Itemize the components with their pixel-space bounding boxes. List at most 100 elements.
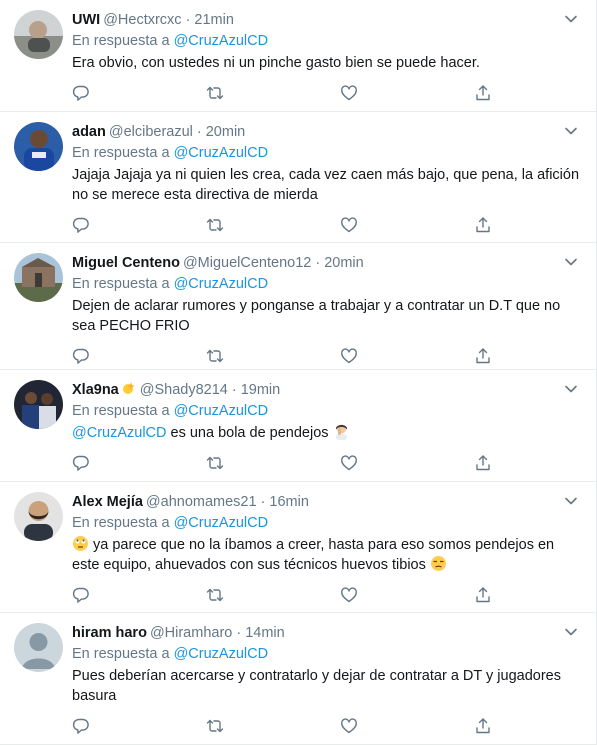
- like-icon[interactable]: [340, 717, 358, 735]
- display-name[interactable]: adan: [72, 124, 106, 140]
- tweet-text: ya parece que no la íbamos a creer, hast…: [72, 535, 581, 575]
- caret-down-icon[interactable]: [564, 625, 578, 639]
- display-name[interactable]: Xla9na: [72, 382, 119, 398]
- tweet-actions: [72, 585, 492, 615]
- separator-dot: ·: [260, 494, 266, 510]
- unamused-emoji: [430, 556, 446, 571]
- avatar[interactable]: [14, 253, 63, 302]
- tweet-replies-feed: UWI @Hectxrcxc · 21min En respuesta a @Cruz…: [0, 0, 597, 745]
- rolling-eyes-emoji: [73, 536, 88, 551]
- retweet-icon[interactable]: [206, 84, 224, 102]
- reply-prefix: En respuesta a: [72, 276, 170, 292]
- tweet-actions: [72, 83, 492, 113]
- user-handle[interactable]: @MiguelCenteno12: [183, 255, 311, 271]
- display-name[interactable]: Miguel Centeno: [72, 255, 180, 271]
- avatar[interactable]: [14, 122, 63, 171]
- avatar[interactable]: [14, 380, 63, 429]
- separator-dot: ·: [315, 255, 321, 271]
- caret-down-icon[interactable]: [564, 124, 578, 138]
- avatar[interactable]: [14, 10, 63, 59]
- share-icon[interactable]: [474, 717, 492, 735]
- tweet-body: ya parece que no la íbamos a creer, hast…: [72, 537, 555, 573]
- tweet-text: Pues deberían acercarse y contratarlo y …: [72, 668, 561, 704]
- separator-dot: ·: [196, 124, 202, 140]
- reply-icon[interactable]: [72, 347, 90, 365]
- caret-down-icon[interactable]: [564, 255, 578, 269]
- reply-context: En respuesta a @CruzAzulCD: [72, 31, 581, 52]
- like-icon[interactable]: [340, 347, 358, 365]
- tweet-text: Dejen de aclarar rumores y ponganse a tr…: [72, 298, 561, 334]
- reply-prefix: En respuesta a: [72, 33, 170, 49]
- tweet[interactable]: Alex Mejía @ahnomames21 · 16min En respuest…: [0, 482, 596, 613]
- reply-to-link[interactable]: @CruzAzulCD: [174, 33, 268, 49]
- share-icon[interactable]: [474, 347, 492, 365]
- separator-dot: ·: [185, 12, 191, 28]
- caret-down-icon[interactable]: [564, 494, 578, 508]
- share-icon[interactable]: [474, 216, 492, 234]
- reply-to-link[interactable]: @CruzAzulCD: [174, 145, 268, 161]
- mention-link[interactable]: @CruzAzulCD: [72, 425, 166, 441]
- reply-to-link[interactable]: @CruzAzulCD: [174, 403, 268, 419]
- tweet-actions: [72, 453, 492, 483]
- reply-icon[interactable]: [72, 454, 90, 472]
- timestamp[interactable]: 20min: [324, 255, 364, 271]
- reply-to-link[interactable]: @CruzAzulCD: [174, 276, 268, 292]
- display-name[interactable]: UWI: [72, 12, 100, 28]
- user-handle[interactable]: @elciberazul: [109, 124, 193, 140]
- reply-icon[interactable]: [72, 717, 90, 735]
- timestamp[interactable]: 14min: [245, 625, 285, 641]
- user-handle[interactable]: @Hectxrcxc: [103, 12, 181, 28]
- tweet[interactable]: Miguel Centeno @MiguelCenteno12 · 20min En …: [0, 243, 596, 370]
- timestamp[interactable]: 19min: [241, 382, 281, 398]
- reply-prefix: En respuesta a: [72, 515, 170, 531]
- separator-dot: ·: [236, 625, 242, 641]
- retweet-icon[interactable]: [206, 454, 224, 472]
- sparkle-emoji: [122, 382, 135, 394]
- reply-to-link[interactable]: @CruzAzulCD: [174, 646, 268, 662]
- separator-dot: ·: [231, 382, 237, 398]
- timestamp[interactable]: 20min: [206, 124, 246, 140]
- reply-prefix: En respuesta a: [72, 145, 170, 161]
- facepalm-emoji: [335, 424, 347, 440]
- reply-icon[interactable]: [72, 84, 90, 102]
- timestamp[interactable]: 16min: [269, 494, 309, 510]
- user-handle[interactable]: @ahnomames21: [146, 494, 257, 510]
- reply-to-link[interactable]: @CruzAzulCD: [174, 515, 268, 531]
- like-icon[interactable]: [340, 454, 358, 472]
- share-icon[interactable]: [474, 454, 492, 472]
- tweet[interactable]: Xla9na @Shady8214 · 19min En respuesta a @C…: [0, 370, 596, 482]
- tweet-actions: [72, 716, 492, 746]
- reply-context: En respuesta a @CruzAzulCD: [72, 401, 581, 422]
- user-handle[interactable]: @Hiramharo: [150, 625, 232, 641]
- display-name[interactable]: Alex Mejía: [72, 494, 143, 510]
- tweet[interactable]: adan @elciberazul · 20min En respuesta a @C…: [0, 112, 596, 243]
- caret-down-icon[interactable]: [564, 12, 578, 26]
- share-icon[interactable]: [474, 84, 492, 102]
- retweet-icon[interactable]: [206, 347, 224, 365]
- retweet-icon[interactable]: [206, 586, 224, 604]
- user-handle[interactable]: @Shady8214: [140, 382, 228, 398]
- like-icon[interactable]: [340, 216, 358, 234]
- reply-context: En respuesta a @CruzAzulCD: [72, 274, 581, 295]
- reply-prefix: En respuesta a: [72, 646, 170, 662]
- reply-context: En respuesta a @CruzAzulCD: [72, 644, 581, 665]
- avatar[interactable]: [14, 623, 63, 672]
- reply-context: En respuesta a @CruzAzulCD: [72, 513, 581, 534]
- timestamp[interactable]: 21min: [194, 12, 234, 28]
- like-icon[interactable]: [340, 84, 358, 102]
- avatar[interactable]: [14, 492, 63, 541]
- retweet-icon[interactable]: [206, 216, 224, 234]
- tweet[interactable]: UWI @Hectxrcxc · 21min En respuesta a @Cruz…: [0, 0, 596, 112]
- reply-icon[interactable]: [72, 216, 90, 234]
- retweet-icon[interactable]: [206, 717, 224, 735]
- caret-down-icon[interactable]: [564, 382, 578, 396]
- tweet-text: @CruzAzulCD es una bola de pendejos: [72, 423, 581, 443]
- share-icon[interactable]: [474, 586, 492, 604]
- reply-prefix: En respuesta a: [72, 403, 170, 419]
- display-name[interactable]: hiram haro: [72, 625, 147, 641]
- reply-context: En respuesta a @CruzAzulCD: [72, 143, 581, 164]
- tweet[interactable]: hiram haro @Hiramharo · 14min En respuesta …: [0, 613, 596, 745]
- reply-icon[interactable]: [72, 586, 90, 604]
- tweet-actions: [72, 215, 492, 245]
- like-icon[interactable]: [340, 586, 358, 604]
